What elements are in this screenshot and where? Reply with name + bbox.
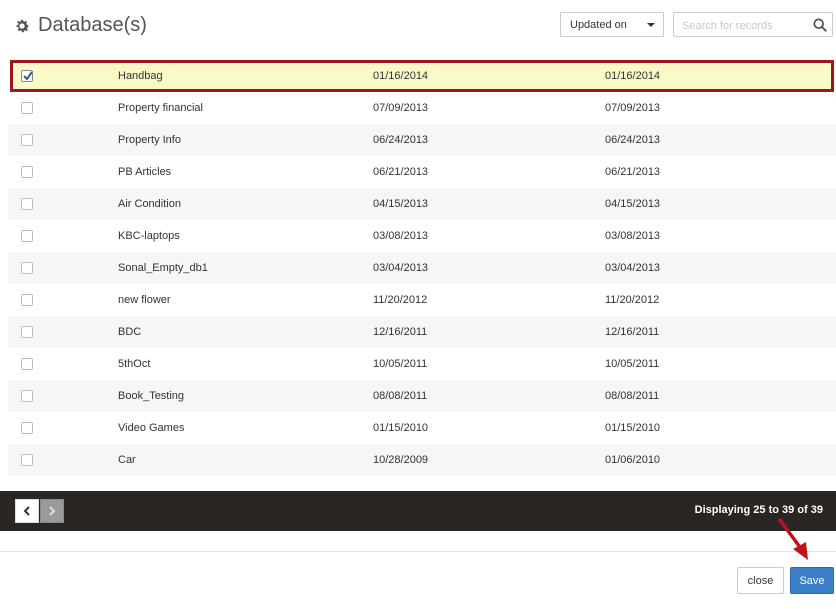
record-name: Sonal_Empty_db1 [118, 262, 208, 274]
row-checkbox[interactable] [21, 262, 33, 274]
table-row[interactable]: Handbag 01/16/2014 01/16/2014 [10, 60, 834, 92]
row-checkbox[interactable] [21, 454, 33, 466]
divider [0, 551, 836, 552]
created-date: 03/08/2013 [373, 230, 429, 242]
created-date: 06/21/2013 [373, 166, 429, 178]
record-name: Handbag [118, 70, 163, 82]
row-checkbox[interactable] [21, 358, 33, 370]
next-page-button[interactable] [40, 499, 64, 523]
table-row[interactable]: PB Articles 06/21/2013 06/21/2013 [8, 156, 836, 188]
row-checkbox[interactable] [21, 390, 33, 402]
table-row[interactable]: KBC-laptops 03/08/2013 03/08/2013 [8, 220, 836, 252]
table-row[interactable]: Video Games 01/15/2010 01/15/2010 [8, 412, 836, 444]
search-input[interactable] [680, 14, 814, 37]
updated-date: 04/15/2013 [605, 198, 661, 210]
updated-date: 01/06/2010 [605, 454, 661, 466]
record-name: Property Info [118, 134, 181, 146]
record-name: Air Condition [118, 198, 181, 210]
updated-date: 01/15/2010 [605, 422, 661, 434]
created-date: 06/24/2013 [373, 134, 429, 146]
record-name: 5thOct [118, 358, 151, 370]
sort-dropdown[interactable]: Updated on [560, 12, 664, 37]
row-checkbox[interactable] [21, 294, 33, 306]
row-checkbox[interactable] [21, 70, 33, 82]
table-row[interactable]: 5thOct 10/05/2011 10/05/2011 [8, 348, 836, 380]
updated-date: 07/09/2013 [605, 102, 661, 114]
updated-date: 11/20/2012 [605, 294, 660, 306]
page-title: Database(s) [38, 14, 147, 36]
table-row[interactable]: Air Condition 04/15/2013 04/15/2013 [8, 188, 836, 220]
search-icon[interactable] [813, 18, 827, 32]
table-row[interactable]: Sonal_Empty_db1 03/04/2013 03/04/2013 [8, 252, 836, 284]
table-row[interactable]: Property Info 06/24/2013 06/24/2013 [8, 124, 836, 156]
record-name: Book_Testing [118, 390, 185, 402]
previous-page-button[interactable] [15, 499, 39, 523]
created-date: 01/15/2010 [373, 422, 429, 434]
created-date: 10/28/2009 [373, 454, 429, 466]
row-checkbox[interactable] [21, 134, 33, 146]
gear-icon [16, 19, 30, 32]
created-date: 04/15/2013 [373, 198, 429, 210]
checkmark-icon [23, 71, 33, 81]
record-name: KBC-laptops [118, 230, 180, 242]
updated-date: 03/04/2013 [605, 262, 661, 274]
record-name: Property financial [118, 102, 203, 114]
table-row[interactable]: Car 10/28/2009 01/06/2010 [8, 444, 836, 476]
row-checkbox[interactable] [21, 230, 33, 242]
dialog-header: Database(s) Updated on [0, 0, 836, 52]
table-row[interactable]: new flower 11/20/2012 11/20/2012 [8, 284, 836, 316]
updated-date: 12/16/2011 [605, 326, 660, 338]
chevron-right-icon [49, 506, 56, 516]
record-name: PB Articles [118, 166, 172, 178]
records-table: Handbag 01/16/2014 01/16/2014 Property fina… [8, 60, 836, 476]
created-date: 08/08/2011 [373, 390, 428, 402]
created-date: 11/20/2012 [373, 294, 428, 306]
row-checkbox[interactable] [21, 326, 33, 338]
record-name: BDC [118, 326, 142, 338]
created-date: 03/04/2013 [373, 262, 429, 274]
sort-dropdown-label: Updated on [570, 18, 627, 31]
table-row[interactable]: Property financial 07/09/2013 07/09/2013 [8, 92, 836, 124]
save-button[interactable]: Save [790, 567, 834, 594]
updated-date: 06/21/2013 [605, 166, 661, 178]
record-name: Car [118, 454, 136, 466]
title-group: Database(s) [13, 14, 147, 37]
created-date: 10/05/2011 [373, 358, 428, 370]
chevron-left-icon [23, 506, 30, 516]
pagination-bar: Displaying 25 to 39 of 39 [0, 491, 836, 531]
updated-date: 03/08/2013 [605, 230, 661, 242]
row-checkbox[interactable] [21, 166, 33, 178]
chevron-down-icon [647, 23, 655, 27]
red-arrow-icon [778, 518, 808, 560]
updated-date: 06/24/2013 [605, 134, 661, 146]
created-date: 12/16/2011 [373, 326, 428, 338]
close-button[interactable]: close [737, 567, 784, 594]
created-date: 07/09/2013 [373, 102, 429, 114]
table-row[interactable]: Book_Testing 08/08/2011 08/08/2011 [8, 380, 836, 412]
updated-date: 10/05/2011 [605, 358, 660, 370]
updated-date: 01/16/2014 [605, 70, 661, 82]
record-name: Video Games [118, 422, 185, 434]
row-checkbox[interactable] [21, 102, 33, 114]
record-name: new flower [118, 294, 171, 306]
row-checkbox[interactable] [21, 422, 33, 434]
created-date: 01/16/2014 [373, 70, 429, 82]
pagination-status: Displaying 25 to 39 of 39 [694, 504, 823, 516]
updated-date: 08/08/2011 [605, 390, 660, 402]
search-box[interactable] [673, 12, 833, 37]
row-checkbox[interactable] [21, 198, 33, 210]
table-row[interactable]: BDC 12/16/2011 12/16/2011 [8, 316, 836, 348]
